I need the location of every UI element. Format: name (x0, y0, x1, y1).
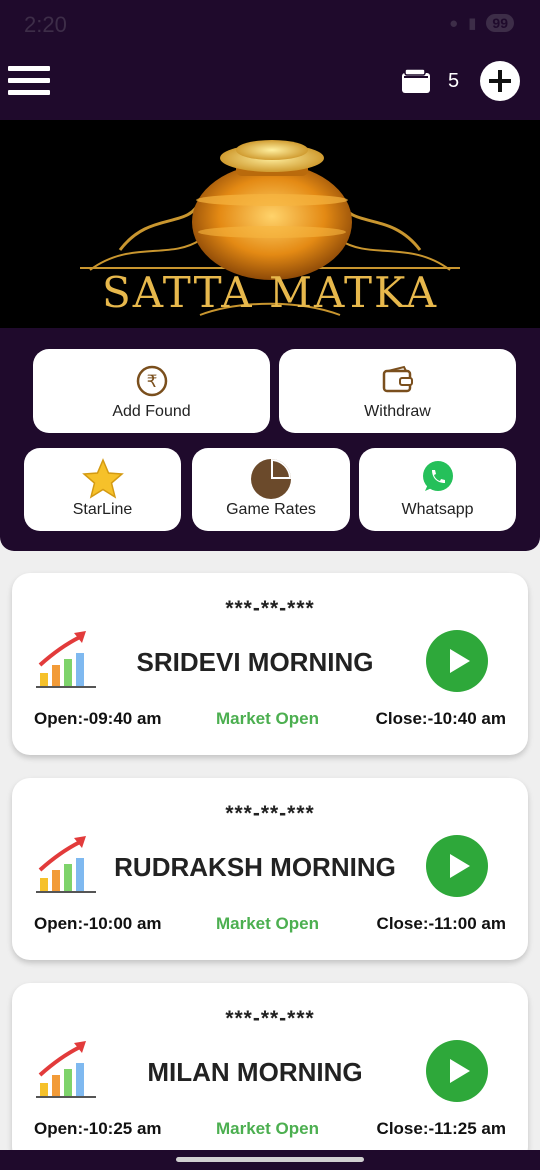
system-nav-bar (0, 1150, 540, 1170)
market-status: Market Open (216, 709, 319, 728)
market-card[interactable]: ***-**-*** RUDRAKSH MORNING Open:-10:00 … (12, 778, 528, 960)
starline-button[interactable]: StarLine (24, 448, 181, 531)
quick-actions-panel: ₹ Add Found Withdraw StarLine Game Rates (0, 328, 540, 551)
whatsapp-icon (422, 461, 453, 491)
growth-chart-icon (36, 836, 96, 893)
add-funds-plus-icon[interactable] (480, 61, 520, 101)
market-result: ***-**-*** (225, 1007, 315, 1030)
game-rates-label: Game Rates (226, 501, 316, 518)
market-name: SRIDEVI MORNING (136, 647, 374, 677)
open-time: Open:-09:40 am (34, 709, 162, 728)
svg-text:₹: ₹ (146, 372, 157, 392)
withdraw-label: Withdraw (364, 403, 431, 420)
whatsapp-label: Whatsapp (401, 501, 474, 518)
play-icon[interactable] (426, 835, 488, 897)
game-rates-button[interactable]: Game Rates (192, 448, 350, 531)
wallet-icon[interactable] (401, 68, 431, 94)
market-result: ***-**-*** (225, 597, 315, 620)
whatsapp-button[interactable]: Whatsapp (359, 448, 516, 531)
market-status: Market Open (216, 1119, 319, 1138)
market-result: ***-**-*** (225, 802, 315, 825)
open-time: Open:-10:00 am (34, 914, 162, 933)
star-icon (81, 458, 124, 499)
gesture-handle[interactable] (176, 1157, 364, 1162)
status-bar: 2:20 ● ▮ 99 (0, 0, 540, 50)
rupee-icon: ₹ (136, 365, 167, 397)
market-name: MILAN MORNING (147, 1057, 363, 1087)
status-icons: ● ▮ 99 (449, 14, 514, 32)
app-header: 5 (0, 50, 540, 120)
play-icon[interactable] (426, 630, 488, 692)
market-card[interactable]: ***-**-*** SRIDEVI MORNING Open:-09:40 a… (12, 573, 528, 755)
starline-label: StarLine (72, 501, 133, 518)
banner-title: SATTA MATKA (101, 268, 439, 317)
close-time: Close:-10:40 am (375, 709, 506, 728)
signal-icon: ▮ (468, 15, 477, 32)
status-time: 2:20 (24, 12, 67, 37)
add-found-button[interactable]: ₹ Add Found (33, 349, 270, 433)
market-status: Market Open (216, 914, 319, 933)
wallet-balance: 5 (448, 70, 460, 92)
battery-indicator: 99 (486, 14, 514, 32)
growth-chart-icon (36, 631, 96, 688)
hamburger-menu-icon[interactable] (8, 66, 50, 98)
pie-chart-icon (251, 459, 291, 499)
growth-chart-icon (36, 1041, 96, 1098)
add-found-label: Add Found (112, 403, 191, 420)
location-icon: ● (449, 14, 459, 32)
close-time: Close:-11:25 am (376, 1119, 506, 1138)
market-card[interactable]: ***-**-*** MILAN MORNING Open:-10:25 am … (12, 983, 528, 1165)
wallet-outline-icon (382, 365, 413, 393)
open-time: Open:-10:25 am (34, 1119, 162, 1138)
close-time: Close:-11:00 am (376, 914, 506, 933)
market-name: RUDRAKSH MORNING (114, 852, 396, 882)
play-icon[interactable] (426, 1040, 488, 1102)
withdraw-button[interactable]: Withdraw (279, 349, 516, 433)
